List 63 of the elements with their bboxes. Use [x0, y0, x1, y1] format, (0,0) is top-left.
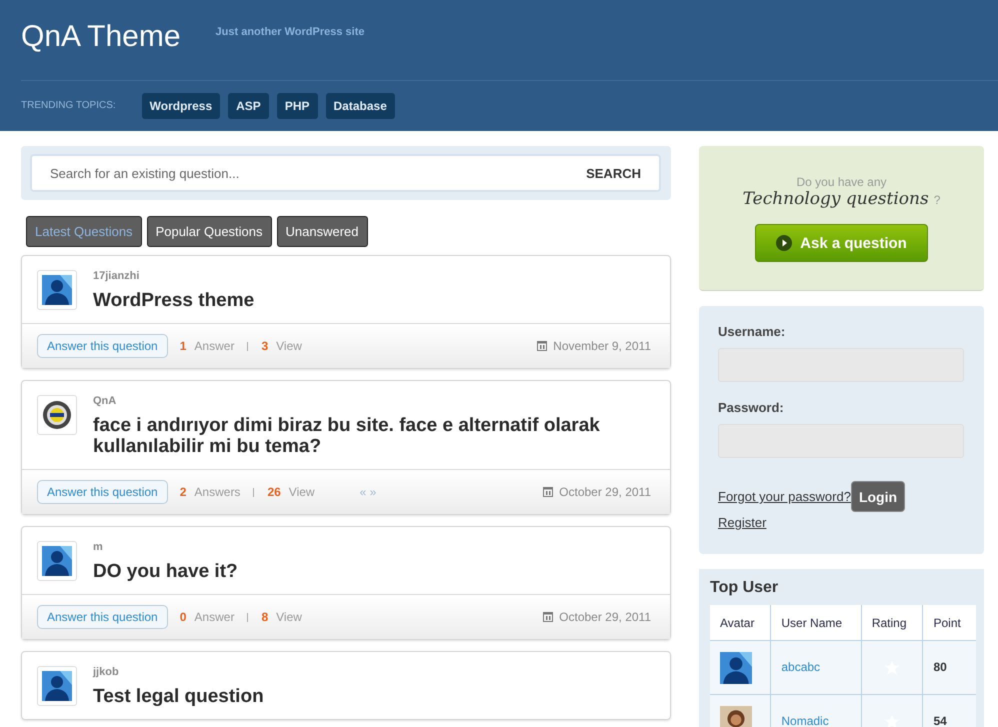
question-title[interactable]: WordPress theme [93, 290, 254, 311]
login-button[interactable]: Login [850, 481, 906, 512]
table-cell: 80 [922, 640, 976, 694]
search-field[interactable]: Search for an existing question... SEARCH [30, 154, 661, 192]
answer-button[interactable]: Answer this question [37, 605, 168, 629]
user-name-link[interactable]: abcabc [781, 660, 820, 674]
answer-count: 0 [180, 610, 186, 624]
calendar-icon [537, 341, 548, 351]
column-header: User Name [770, 605, 862, 640]
calendar-icon [543, 612, 554, 622]
panel-title: Top User [710, 579, 780, 597]
answer-label: Answer [194, 610, 234, 624]
ask-heading: Technology questions [742, 189, 929, 209]
answer-count: 2 [180, 485, 186, 499]
view-count: 26 [267, 485, 281, 499]
site-title[interactable]: QnA Theme [21, 20, 181, 54]
user-silhouette-icon [42, 546, 72, 576]
password-label: Password: [718, 400, 785, 415]
table-cell: 54 [922, 694, 976, 727]
user-silhouette-icon [42, 275, 72, 305]
question-date: October 29, 2011 [559, 610, 651, 624]
view-label: View [276, 339, 302, 353]
site-tagline: Just another WordPress site [216, 26, 364, 38]
column-header: Avatar [710, 605, 771, 640]
username-label: Username: [718, 324, 786, 339]
answer-label: Answers [194, 485, 240, 499]
forgot-password-link[interactable]: Forgot your password? [718, 489, 851, 504]
question-date: October 29, 2011 [559, 485, 651, 499]
ask-prompt: Do you have any [796, 175, 887, 189]
question-title[interactable]: Test legal question [93, 686, 264, 707]
author-name[interactable]: jjkob [93, 666, 264, 678]
question-date: November 9, 2011 [553, 339, 651, 353]
calendar-icon [543, 487, 554, 497]
question-title[interactable]: DO you have it? [93, 561, 238, 582]
answer-button[interactable]: Answer this question [37, 334, 168, 358]
column-header: Point [922, 605, 976, 640]
tab[interactable]: Popular Questions [146, 216, 272, 247]
view-count: 8 [261, 610, 268, 624]
search-button[interactable]: SEARCH [568, 166, 659, 180]
answer-label: Answer [194, 339, 234, 353]
question-mark: ? [934, 193, 940, 207]
topic-tag[interactable]: ASP [228, 92, 269, 118]
register-link[interactable]: Register [718, 515, 766, 530]
emblem-icon [42, 400, 72, 430]
tab[interactable]: Unanswered [276, 216, 368, 247]
author-name[interactable]: 17jianzhi [93, 270, 254, 282]
author-name[interactable]: QnA [93, 395, 655, 407]
view-count: 3 [261, 339, 268, 353]
view-label: View [276, 610, 302, 624]
column-header: Rating [861, 605, 923, 640]
topic-tag[interactable]: Database [326, 92, 395, 118]
user-name-link[interactable]: Nomadic [781, 714, 829, 727]
trending-label: TRENDING TOPICS: [21, 100, 116, 111]
question-title[interactable]: face i andırıyor dimi biraz bu site. face e alternatif olarak kullanılabilir mi bu tema? [93, 415, 655, 457]
topic-tag[interactable]: Wordpress [142, 92, 220, 118]
user-silhouette-icon [720, 652, 752, 684]
view-label: View [288, 485, 315, 499]
answer-button[interactable]: Answer this question [37, 480, 168, 504]
author-name[interactable]: m [93, 541, 238, 553]
topic-tag[interactable]: PHP [276, 92, 318, 118]
answer-count: 1 [180, 339, 186, 353]
user-silhouette-icon [42, 671, 72, 701]
play-icon [776, 235, 792, 251]
